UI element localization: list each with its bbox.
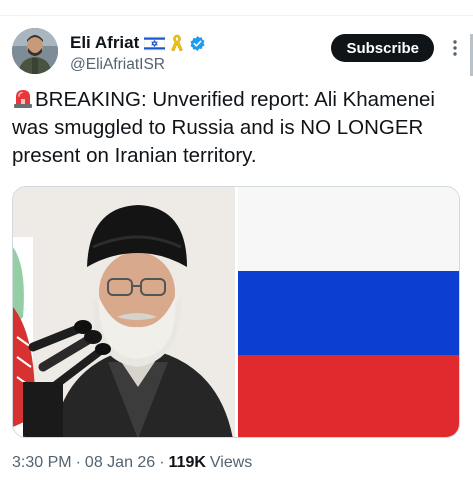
flag-stripe-white: [238, 187, 459, 271]
yellow-ribbon-emoji: [170, 34, 184, 52]
top-divider: [0, 0, 473, 16]
police-siren-emoji: [12, 87, 34, 109]
russian-flag[interactable]: [238, 187, 459, 437]
media-grid[interactable]: [12, 186, 460, 438]
photo-of-cleric-at-microphones[interactable]: [13, 187, 235, 437]
subscribe-button[interactable]: Subscribe: [331, 34, 434, 62]
post-time[interactable]: 3:30 PM: [12, 454, 72, 472]
tweet-text: BREAKING: Unverified report: Ali Khamene…: [12, 86, 460, 170]
verified-badge-icon: [189, 35, 206, 52]
views-count[interactable]: 119K: [169, 454, 206, 472]
display-name[interactable]: Eli Afriat: [70, 33, 139, 53]
author-handle[interactable]: @EliAfriatISR: [70, 56, 206, 74]
tweet-body: BREAKING: Unverified report: Ali Khamene…: [12, 88, 435, 167]
more-vertical-icon[interactable]: [452, 38, 458, 58]
name-row: Eli Afriat: [70, 32, 206, 54]
meta-separator: ·: [75, 454, 81, 471]
tweet-meta: 3:30 PM · 08 Jan 26 · 119K Views: [12, 454, 252, 472]
avatar[interactable]: [12, 28, 58, 74]
meta-separator: ·: [159, 454, 165, 471]
flag-stripe-blue: [238, 271, 459, 355]
views-label: Views: [209, 454, 253, 471]
flag-stripe-red: [238, 355, 459, 437]
tweet-header: Eli Afriat @EliAfriatISR Subscribe: [12, 28, 462, 78]
israel-flag-emoji: [143, 35, 166, 51]
author-names: Eli Afriat @EliAfriatISR: [70, 32, 206, 74]
post-date[interactable]: 08 Jan 26: [85, 454, 155, 472]
